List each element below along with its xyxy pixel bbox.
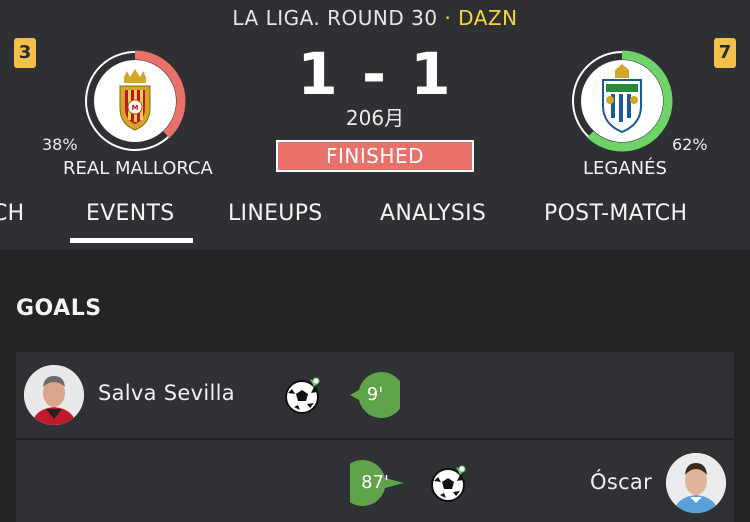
away-percentage: 62% [672,135,708,154]
tab-lineups[interactable]: LINEUPS [228,201,323,226]
away-rank-badge: 7 [714,38,736,68]
active-tab-indicator [70,238,193,243]
minute-badge: 87' [350,460,404,506]
tab-events[interactable]: EVENTS [86,201,175,226]
competition-name: LA LIGA. ROUND 30 [232,6,438,30]
match-tabs: CH EVENTS LINEUPS ANALYSIS POST-MATCH [0,196,750,250]
player-avatar [666,453,726,513]
player-name[interactable]: Óscar [590,470,652,494]
tab-analysis[interactable]: ANALYSIS [380,201,486,226]
home-team-name[interactable]: REAL MALLORCA [63,158,213,179]
tab-match[interactable]: CH [0,201,25,226]
section-title-goals: GOALS [16,296,102,321]
player-name[interactable]: Salva Sevilla [98,381,235,405]
goal-event-row[interactable]: 87' Óscar [16,440,734,522]
minute-badge: 9' [350,372,400,418]
match-header: LA LIGA. ROUND 30 · DAZN 3 M 38% REAL MA… [0,0,750,250]
leganes-logo [581,60,663,142]
goal-event-row[interactable]: Salva Sevilla 9' [16,352,734,438]
status-badge: FINISHED [276,140,474,172]
away-crest[interactable] [569,48,675,154]
home-percentage: 38% [42,135,78,154]
soccer-ball-icon [430,463,470,503]
broadcaster-label[interactable]: DAZN [458,6,517,30]
player-avatar [24,365,84,425]
competition-line: LA LIGA. ROUND 30 · DAZN [0,6,750,30]
away-team-name[interactable]: LEGANÉS [583,158,667,179]
minute-label: 87' [361,472,389,493]
soccer-ball-icon [284,375,324,415]
minute-label: 9' [366,384,384,405]
tab-post-match[interactable]: POST-MATCH [544,201,687,226]
separator-dot: · [444,6,452,30]
